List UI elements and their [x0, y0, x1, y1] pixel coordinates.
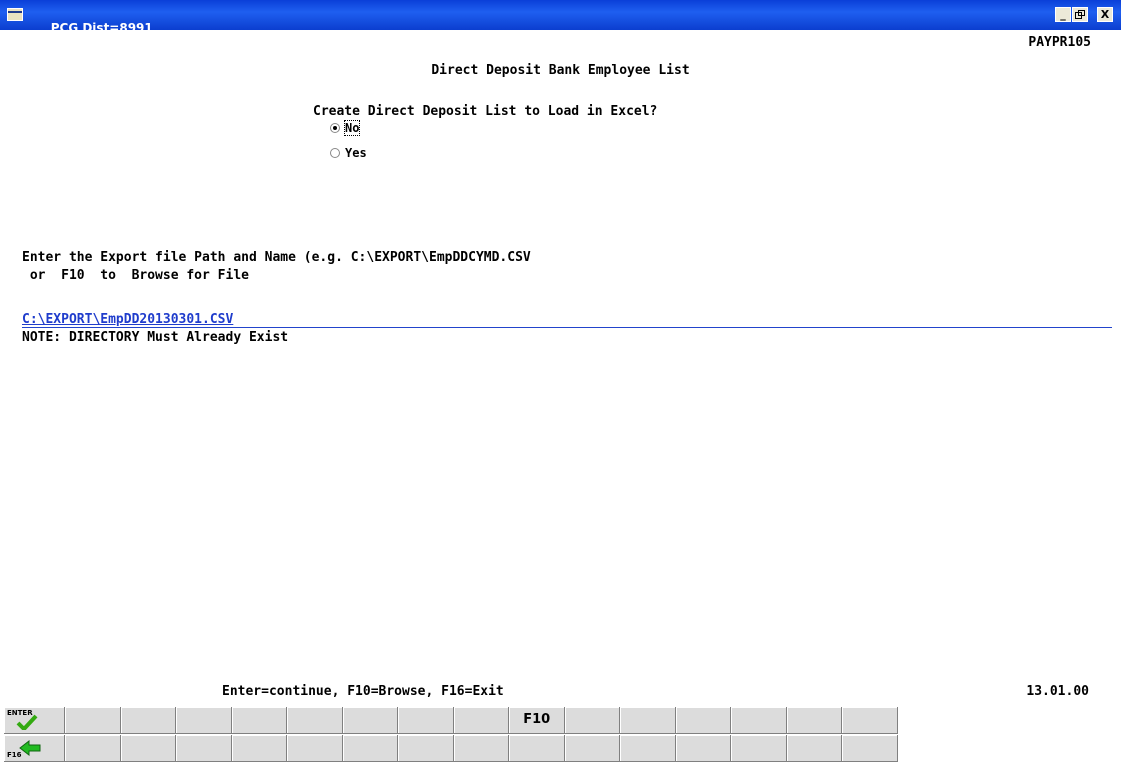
- title-date: 03/01/2013: [50, 49, 127, 63]
- fkey-row-1: ENTER F10: [4, 707, 898, 734]
- title-path1: C:\DEVSYS: [50, 77, 123, 91]
- fkey-slot[interactable]: [287, 707, 343, 734]
- fkey-slot[interactable]: [453, 735, 510, 762]
- f10-label: F10: [523, 712, 551, 727]
- fkey-slot[interactable]: [675, 707, 732, 734]
- fkey-slot[interactable]: [620, 735, 676, 762]
- fkey-slot[interactable]: [176, 735, 232, 762]
- note-text: NOTE: DIRECTORY Must Already Exist: [22, 330, 289, 345]
- fkey-slot[interactable]: [564, 707, 621, 734]
- fkey-slot[interactable]: [842, 735, 898, 762]
- key-hint: Enter=continue, F10=Browse, F16=Exit: [222, 684, 504, 699]
- minimize-button[interactable]: _: [1055, 7, 1071, 22]
- fkey-row-2: F16: [4, 735, 898, 762]
- maximize-button[interactable]: [1072, 7, 1088, 22]
- close-button[interactable]: X: [1097, 7, 1113, 22]
- enter-key-button[interactable]: ENTER: [4, 707, 66, 734]
- title-user: WHITE: [88, 105, 133, 119]
- fkey-slot[interactable]: [398, 707, 454, 734]
- fkey-slot[interactable]: [398, 735, 454, 762]
- fkey-slot[interactable]: [842, 707, 898, 734]
- export-prompt-line1: Enter the Export file Path and Name (e.g…: [22, 250, 531, 265]
- title-path2: C:\SECOND: [50, 91, 125, 105]
- fkey-slot[interactable]: [120, 707, 177, 734]
- checkmark-icon: [16, 714, 38, 730]
- fkey-slot[interactable]: [731, 707, 787, 734]
- question-label: Create Direct Deposit List to Load in Ex…: [313, 104, 658, 119]
- app-icon[interactable]: [7, 8, 23, 21]
- title-dist: PCG Dist=8991: [50, 21, 153, 35]
- fkey-slot[interactable]: [731, 735, 787, 762]
- screen-id: PAYPR105: [1028, 35, 1091, 50]
- fkey-slot[interactable]: [231, 707, 288, 734]
- fkey-slot[interactable]: [120, 735, 177, 762]
- radio-selected-icon[interactable]: [330, 123, 340, 133]
- radio-yes[interactable]: Yes: [330, 146, 367, 160]
- fkey-slot[interactable]: [342, 735, 399, 762]
- fkey-slot[interactable]: [509, 735, 565, 762]
- fkey-slot[interactable]: [564, 735, 621, 762]
- fkey-slot[interactable]: [342, 707, 399, 734]
- export-path-input[interactable]: [22, 312, 1112, 328]
- f10-button[interactable]: F10: [509, 707, 565, 734]
- back-arrow-icon: [19, 740, 41, 756]
- version-label: 13.01.00: [1026, 684, 1089, 699]
- fkey-slot[interactable]: [620, 707, 676, 734]
- exit-key-button[interactable]: F16: [4, 735, 66, 762]
- fkey-slot[interactable]: [453, 707, 510, 734]
- maximize-icon: [1075, 10, 1085, 19]
- fkey-slot[interactable]: [287, 735, 343, 762]
- fkey-slot[interactable]: [231, 735, 288, 762]
- export-prompt-line2: or F10 to Browse for File: [22, 268, 249, 283]
- title-bar: PCG Dist=8991 Rel=13.01.00 03/01/2013 PC…: [0, 0, 1121, 119]
- title-rel: Rel=13.01.00: [50, 35, 142, 49]
- radio-yes-label: Yes: [345, 146, 367, 160]
- fkey-slot[interactable]: [65, 735, 121, 762]
- fkey-slot[interactable]: [675, 735, 732, 762]
- radio-no[interactable]: No: [330, 120, 361, 136]
- fkey-slot[interactable]: [176, 707, 232, 734]
- fkey-slot[interactable]: [786, 707, 843, 734]
- fkey-slot[interactable]: [786, 735, 843, 762]
- page-title: Direct Deposit Bank Employee List: [431, 63, 690, 78]
- radio-no-label: No: [343, 120, 361, 136]
- fkey-slot[interactable]: [65, 707, 121, 734]
- radio-unselected-icon[interactable]: [330, 148, 340, 158]
